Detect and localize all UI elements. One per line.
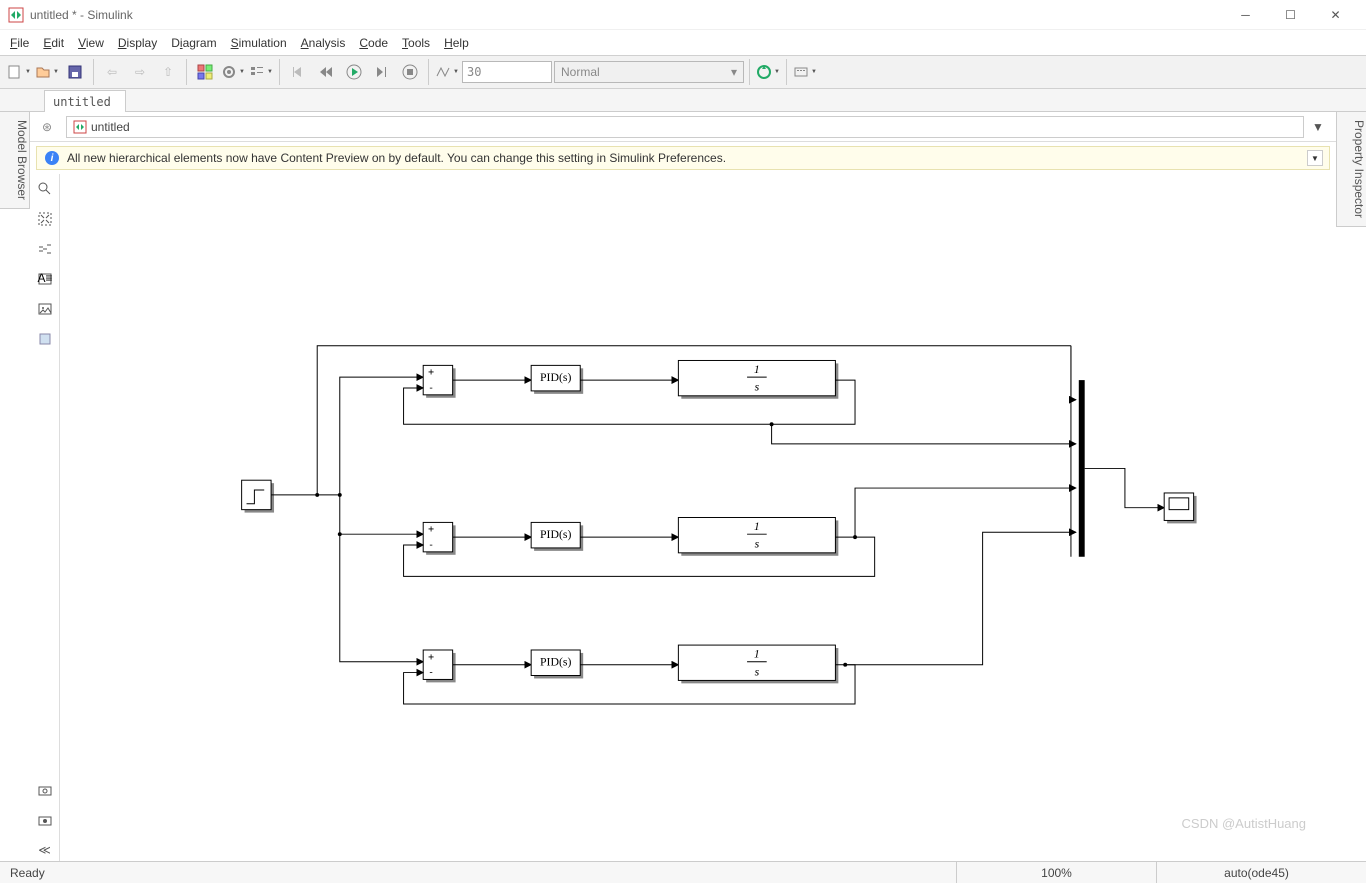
pid-block-1[interactable]: PID(s) (531, 365, 583, 393)
titlebar: untitled * - Simulink ─ ☐ ✕ (0, 0, 1366, 30)
window-title: untitled * - Simulink (30, 8, 133, 22)
step-back-button[interactable] (285, 59, 311, 85)
menu-diagram[interactable]: Diagram (171, 36, 216, 50)
menubar: File Edit View Display Diagram Simulatio… (0, 30, 1366, 55)
save-button[interactable] (62, 59, 88, 85)
menu-display[interactable]: Display (118, 36, 157, 50)
menu-analysis[interactable]: Analysis (301, 36, 346, 50)
collapse-icon[interactable]: ≪ (34, 839, 56, 861)
svg-text:s: s (755, 665, 760, 678)
mux-block[interactable] (1079, 380, 1085, 557)
svg-text:1: 1 (754, 648, 760, 661)
menu-file[interactable]: File (10, 36, 29, 50)
model-explorer-button[interactable]: ▼ (248, 59, 274, 85)
tree-icon[interactable] (34, 238, 56, 260)
breadcrumb-path[interactable]: untitled (66, 116, 1304, 138)
status-ready: Ready (10, 866, 45, 880)
shortcuts-button[interactable]: ▼ (792, 59, 818, 85)
model-config-button[interactable]: ▼ (220, 59, 246, 85)
svg-text:+: + (428, 652, 434, 663)
status-zoom[interactable]: 100% (956, 862, 1156, 883)
sum-block-3[interactable]: +- (423, 650, 455, 682)
back-button[interactable]: ⇦ (99, 59, 125, 85)
screenshot2-icon[interactable] (34, 809, 56, 831)
tf-block-3[interactable]: 1 s (678, 645, 838, 683)
status-solver[interactable]: auto(ode45) (1156, 862, 1356, 883)
zoom-icon[interactable] (34, 178, 56, 200)
svg-text:-: - (428, 383, 434, 394)
image-icon[interactable] (34, 298, 56, 320)
svg-text:1: 1 (754, 520, 760, 533)
menu-simulation[interactable]: Simulation (231, 36, 287, 50)
stop-button[interactable] (397, 59, 423, 85)
new-button[interactable]: ▼ (6, 59, 32, 85)
info-banner-text: All new hierarchical elements now have C… (67, 151, 726, 165)
property-inspector-panel[interactable]: Property Inspector (1336, 112, 1366, 227)
svg-text:-: - (428, 540, 434, 551)
svg-text:s: s (755, 381, 760, 394)
step-forward-button[interactable] (369, 59, 395, 85)
svg-text:PID(s): PID(s) (540, 528, 571, 541)
menu-code[interactable]: Code (359, 36, 388, 50)
run-button[interactable] (341, 59, 367, 85)
info-icon: i (45, 151, 59, 165)
fit-icon[interactable] (34, 208, 56, 230)
signal-button[interactable]: ▼ (434, 59, 460, 85)
tf-block-1[interactable]: 1 s (678, 360, 838, 398)
breadcrumb-dropdown[interactable]: ▼ (1312, 120, 1330, 134)
canvas-palette: A≡ ≪ (30, 174, 60, 861)
close-button[interactable]: ✕ (1313, 0, 1358, 30)
svg-text:+: + (428, 367, 434, 378)
breadcrumb: ⊛ untitled ▼ (30, 112, 1336, 142)
simulation-mode-dropdown[interactable]: Normal▾ (554, 61, 744, 83)
svg-text:-: - (428, 668, 434, 679)
menu-help[interactable]: Help (444, 36, 469, 50)
banner-close-button[interactable]: ▼ (1307, 150, 1323, 166)
annotation-icon[interactable]: A≡ (34, 268, 56, 290)
info-banner: i All new hierarchical elements now have… (36, 146, 1330, 170)
area-icon[interactable] (34, 328, 56, 350)
svg-text:A≡: A≡ (37, 271, 52, 285)
stop-time-field[interactable] (462, 61, 552, 83)
menu-tools[interactable]: Tools (402, 36, 430, 50)
svg-text:1: 1 (754, 363, 760, 376)
pid-block-3[interactable]: PID(s) (531, 650, 583, 678)
menu-view[interactable]: View (78, 36, 104, 50)
step-block[interactable] (242, 480, 274, 512)
tabstrip: untitled (0, 89, 1366, 112)
fast-restart-button[interactable]: ▼ (755, 59, 781, 85)
svg-text:+: + (428, 524, 434, 535)
library-browser-button[interactable] (192, 59, 218, 85)
screenshot-icon[interactable] (34, 779, 56, 801)
svg-text:s: s (755, 538, 760, 551)
sum-block-2[interactable]: +- (423, 522, 455, 554)
tab-untitled[interactable]: untitled (44, 90, 126, 112)
model-icon (73, 120, 87, 134)
scope-block[interactable] (1164, 493, 1196, 523)
tf-block-2[interactable]: 1 s (678, 518, 838, 556)
maximize-button[interactable]: ☐ (1268, 0, 1313, 30)
pid-block-2[interactable]: PID(s) (531, 522, 583, 550)
up-button[interactable]: ⇧ (155, 59, 181, 85)
forward-button[interactable]: ⇨ (127, 59, 153, 85)
step-back2-button[interactable] (313, 59, 339, 85)
minimize-button[interactable]: ─ (1223, 0, 1268, 30)
toolbar: ▼ ▼ ⇦ ⇨ ⇧ ▼ ▼ ▼ Normal▾ ▼ ▼ (0, 55, 1366, 89)
diagram-canvas[interactable]: +- PID(s) 1 s (60, 174, 1336, 861)
open-button[interactable]: ▼ (34, 59, 60, 85)
sum-block-1[interactable]: +- (423, 365, 455, 397)
simulink-icon (8, 7, 24, 23)
nav-up-button[interactable]: ⊛ (36, 116, 58, 138)
menu-edit[interactable]: Edit (43, 36, 64, 50)
svg-text:PID(s): PID(s) (540, 655, 571, 668)
statusbar: Ready 100% auto(ode45) (0, 861, 1366, 883)
svg-text:PID(s): PID(s) (540, 371, 571, 384)
model-browser-panel[interactable]: Model Browser (0, 112, 30, 209)
